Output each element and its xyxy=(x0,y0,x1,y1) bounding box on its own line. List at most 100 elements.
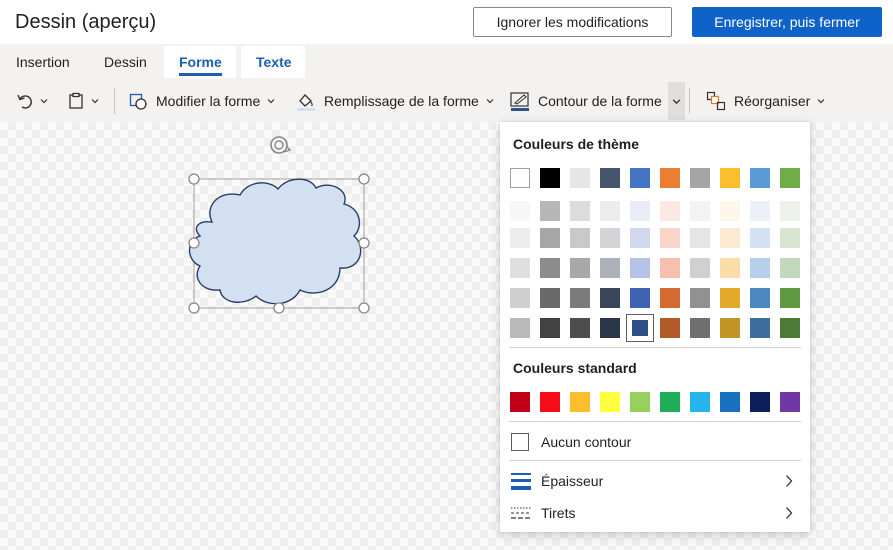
standard-color-swatch[interactable] xyxy=(510,392,530,412)
theme-color-swatch[interactable] xyxy=(570,201,590,221)
paste-button[interactable] xyxy=(66,80,99,122)
theme-color-swatch[interactable] xyxy=(540,288,560,308)
theme-color-swatch[interactable] xyxy=(510,318,530,338)
theme-color-swatch[interactable] xyxy=(660,228,680,248)
theme-color-swatch[interactable] xyxy=(750,258,770,278)
modify-shape-button[interactable]: Modifier la forme xyxy=(128,80,275,122)
theme-color-swatch[interactable] xyxy=(510,288,530,308)
arrange-button[interactable]: Réorganiser xyxy=(706,80,825,122)
dashes-item[interactable]: Tirets xyxy=(500,498,810,528)
standard-color-swatch[interactable] xyxy=(540,392,560,412)
theme-color-swatch[interactable] xyxy=(540,201,560,221)
theme-color-swatch[interactable] xyxy=(570,168,590,188)
shape-fill-button[interactable]: Remplissage de la forme xyxy=(296,80,494,122)
ribbon-tabs: Insertion Dessin Forme Texte xyxy=(0,46,893,78)
theme-color-swatch[interactable] xyxy=(690,168,710,188)
standard-color-swatch[interactable] xyxy=(660,392,680,412)
tab-texte[interactable]: Texte xyxy=(256,46,292,78)
theme-color-swatch[interactable] xyxy=(630,201,650,221)
theme-color-swatch[interactable] xyxy=(780,201,800,221)
theme-color-swatch[interactable] xyxy=(750,168,770,188)
theme-color-swatch[interactable] xyxy=(510,228,530,248)
theme-color-swatch[interactable] xyxy=(660,168,680,188)
theme-color-swatch[interactable] xyxy=(690,228,710,248)
no-outline-item[interactable]: Aucun contour xyxy=(500,427,810,457)
theme-color-swatch[interactable] xyxy=(570,288,590,308)
theme-color-swatch[interactable] xyxy=(660,258,680,278)
theme-color-swatch[interactable] xyxy=(626,314,654,342)
theme-color-swatch[interactable] xyxy=(720,318,740,338)
cloud-shape[interactable] xyxy=(188,178,362,305)
save-and-close-button[interactable]: Enregistrer, puis fermer xyxy=(692,7,882,37)
theme-color-swatch[interactable] xyxy=(780,288,800,308)
theme-color-swatch[interactable] xyxy=(600,258,620,278)
standard-color-swatch[interactable] xyxy=(570,392,590,412)
theme-color-swatch[interactable] xyxy=(510,201,530,221)
dash-style-icon xyxy=(511,507,531,519)
outline-dropdown-toggle[interactable] xyxy=(668,82,685,120)
standard-color-swatch[interactable] xyxy=(720,392,740,412)
theme-color-swatch[interactable] xyxy=(540,258,560,278)
standard-color-swatch[interactable] xyxy=(780,392,800,412)
theme-color-swatch[interactable] xyxy=(600,228,620,248)
theme-colors-header: Couleurs de thème xyxy=(513,136,640,152)
theme-color-swatch[interactable] xyxy=(750,201,770,221)
theme-color-swatch[interactable] xyxy=(600,318,620,338)
tab-dessin[interactable]: Dessin xyxy=(104,46,147,78)
dashes-label: Tirets xyxy=(541,505,576,521)
theme-color-swatch[interactable] xyxy=(540,168,560,188)
ignore-changes-button[interactable]: Ignorer les modifications xyxy=(473,7,672,37)
standard-color-swatch[interactable] xyxy=(690,392,710,412)
shape-outline-button[interactable]: Contour de la forme xyxy=(510,80,662,122)
chevron-down-icon xyxy=(672,99,681,105)
theme-color-swatch[interactable] xyxy=(720,288,740,308)
theme-color-swatch[interactable] xyxy=(750,318,770,338)
theme-color-swatch[interactable] xyxy=(690,201,710,221)
undo-icon xyxy=(17,94,32,109)
theme-color-swatch[interactable] xyxy=(600,288,620,308)
theme-color-swatch[interactable] xyxy=(780,168,800,188)
theme-color-swatch[interactable] xyxy=(660,288,680,308)
theme-color-swatch[interactable] xyxy=(630,258,650,278)
theme-color-swatch[interactable] xyxy=(540,228,560,248)
theme-color-swatch[interactable] xyxy=(570,258,590,278)
theme-color-swatch[interactable] xyxy=(660,318,680,338)
theme-color-swatch[interactable] xyxy=(510,258,530,278)
theme-color-swatch[interactable] xyxy=(780,228,800,248)
theme-color-swatch[interactable] xyxy=(630,168,650,188)
rotate-icon[interactable] xyxy=(270,136,292,154)
theme-color-swatch[interactable] xyxy=(690,318,710,338)
theme-color-swatch[interactable] xyxy=(720,258,740,278)
theme-color-swatch[interactable] xyxy=(720,201,740,221)
modify-shape-label: Modifier la forme xyxy=(156,93,261,109)
theme-color-swatch[interactable] xyxy=(600,201,620,221)
tab-insertion[interactable]: Insertion xyxy=(16,46,70,78)
theme-color-swatch[interactable] xyxy=(570,228,590,248)
tab-forme[interactable]: Forme xyxy=(179,46,222,78)
theme-color-swatch[interactable] xyxy=(780,318,800,338)
theme-color-swatch[interactable] xyxy=(630,228,650,248)
theme-color-swatch[interactable] xyxy=(510,168,530,188)
standard-color-swatch[interactable] xyxy=(600,392,620,412)
theme-color-swatch[interactable] xyxy=(780,258,800,278)
undo-button[interactable] xyxy=(15,80,48,122)
theme-color-swatch[interactable] xyxy=(600,168,620,188)
standard-color-swatch[interactable] xyxy=(750,392,770,412)
theme-color-swatch[interactable] xyxy=(720,168,740,188)
weight-item[interactable]: Épaisseur xyxy=(500,466,810,496)
weight-label: Épaisseur xyxy=(541,473,604,489)
cloud-shape-selection[interactable] xyxy=(180,130,380,320)
no-outline-label: Aucun contour xyxy=(541,434,632,450)
theme-color-swatch[interactable] xyxy=(690,258,710,278)
theme-color-swatch[interactable] xyxy=(690,288,710,308)
theme-color-swatch[interactable] xyxy=(750,288,770,308)
theme-color-swatch[interactable] xyxy=(750,228,770,248)
standard-color-swatch[interactable] xyxy=(630,392,650,412)
theme-color-swatch[interactable] xyxy=(540,318,560,338)
chevron-down-icon xyxy=(486,99,494,104)
theme-color-swatch[interactable] xyxy=(570,318,590,338)
chevron-down-icon xyxy=(91,99,99,104)
theme-color-swatch[interactable] xyxy=(630,288,650,308)
theme-color-swatch[interactable] xyxy=(720,228,740,248)
theme-color-swatch[interactable] xyxy=(660,201,680,221)
